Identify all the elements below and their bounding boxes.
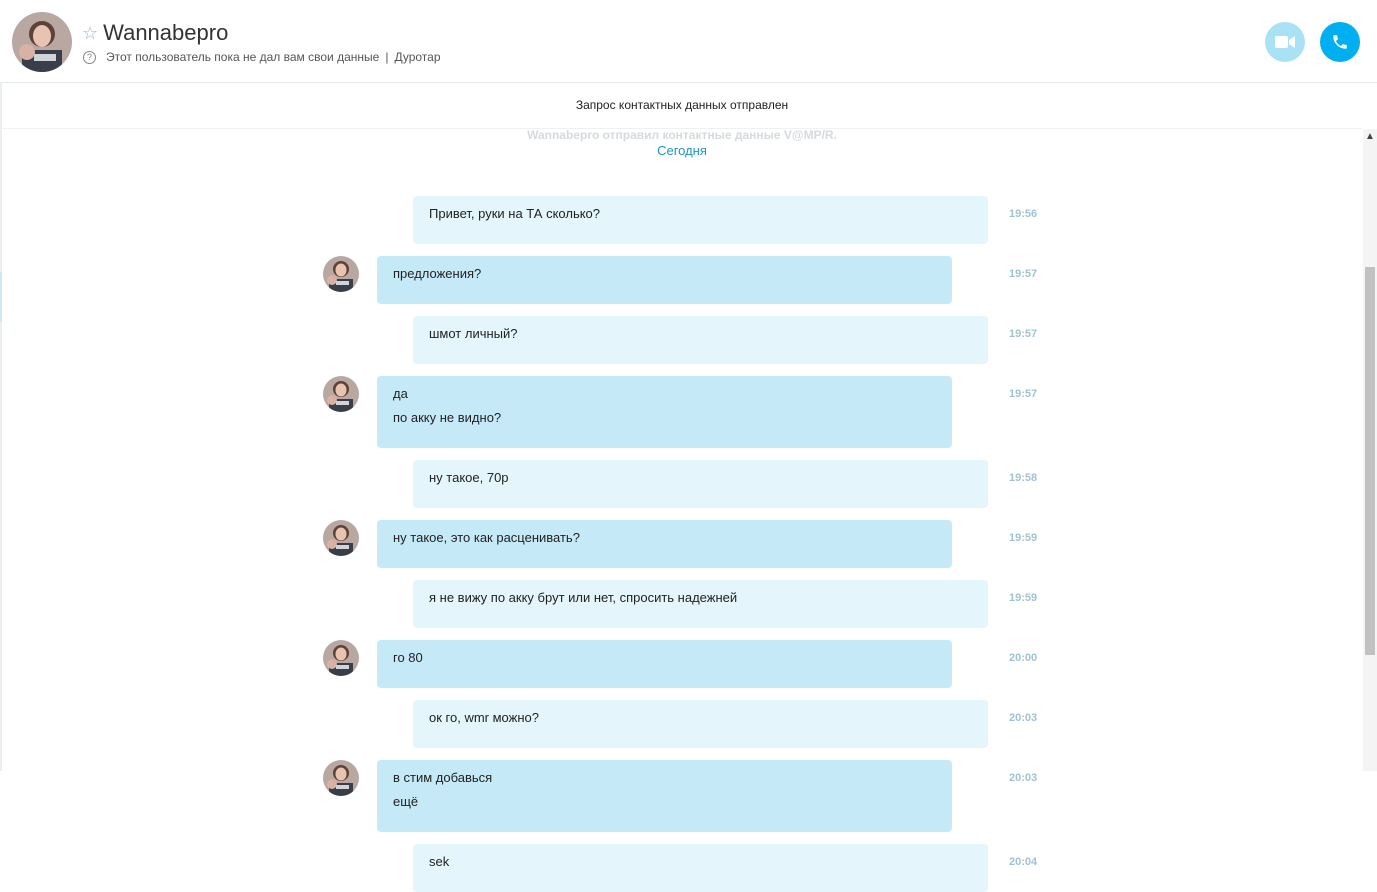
message-text: го 80 xyxy=(393,650,423,665)
message-text: ну такое, это как расценивать? xyxy=(393,530,580,545)
message-text: шмот личный? xyxy=(429,326,518,341)
message-time: 20:03 xyxy=(1009,712,1038,724)
message-text: в стим добавься xyxy=(393,770,493,785)
phone-icon xyxy=(1333,35,1347,49)
message-time: 20:03 xyxy=(1009,772,1038,784)
message-text: ещё xyxy=(393,794,419,809)
message-text: Привет, руки на ТА сколько? xyxy=(429,206,601,221)
message-time: 19:57 xyxy=(1009,328,1038,340)
message-bubble[interactable]: ну такое, 70р xyxy=(413,460,988,508)
message-bubble[interactable]: го 80 xyxy=(377,640,952,688)
contact-location: Дуротар xyxy=(394,50,441,64)
status-separator: | xyxy=(385,50,389,64)
contact-name[interactable]: Wannabepro xyxy=(103,20,228,46)
star-icon[interactable]: ☆ xyxy=(82,24,98,42)
sidebar-edge-highlight xyxy=(0,272,2,322)
message-bubble[interactable]: я не вижу по акку брут или нет, спросить… xyxy=(413,580,988,628)
video-call-button[interactable] xyxy=(1265,22,1305,62)
scroll-up-arrow-icon[interactable]: ▲ xyxy=(1363,131,1377,147)
message-bubble[interactable]: Привет, руки на ТА сколько? xyxy=(413,196,988,244)
date-separator: Сегодня xyxy=(657,143,707,158)
profile-status: Этот пользователь пока не дал вам свои д… xyxy=(106,50,380,64)
sender-avatar[interactable] xyxy=(323,256,359,292)
sender-avatar[interactable] xyxy=(323,760,359,796)
message-bubble[interactable]: шмот личный? xyxy=(413,316,988,364)
voice-call-button[interactable] xyxy=(1320,22,1360,62)
scrollbar[interactable]: ▲ xyxy=(1363,129,1377,771)
message-text: предложения? xyxy=(393,266,482,281)
message-text: я не вижу по акку брут или нет, спросить… xyxy=(429,590,738,605)
message-text: по акку не видно? xyxy=(393,410,502,425)
message-text: sek xyxy=(429,854,450,869)
help-icon[interactable]: ? xyxy=(83,50,96,64)
sender-avatar[interactable] xyxy=(323,640,359,676)
message-time: 20:00 xyxy=(1009,652,1038,664)
message-time: 19:58 xyxy=(1009,472,1038,484)
message-time: 20:04 xyxy=(1009,856,1038,868)
scrollbar-thumb[interactable] xyxy=(1365,267,1375,655)
message-time: 19:59 xyxy=(1009,592,1038,604)
contact-shared-note: Wannabepro отправил контактные данные V@… xyxy=(527,128,837,142)
message-text: ок го, wmr можно? xyxy=(429,710,539,725)
banner-text: Запрос контактных данных отправлен xyxy=(575,98,789,112)
message-bubble[interactable]: да по акку не видно? xyxy=(377,376,952,448)
video-camera-icon xyxy=(1275,36,1295,48)
conversation-header: ☆ Wannabepro ? Этот пользователь пока не… xyxy=(0,0,1377,83)
message-bubble[interactable]: ну такое, это как расценивать? xyxy=(377,520,952,568)
message-time: 19:59 xyxy=(1009,532,1038,544)
message-bubble[interactable]: предложения? xyxy=(377,256,952,304)
message-bubble[interactable]: ок го, wmr можно? xyxy=(413,700,988,748)
message-time: 19:57 xyxy=(1009,388,1038,400)
message-time: 19:57 xyxy=(1009,268,1038,280)
sender-avatar[interactable] xyxy=(323,520,359,556)
contact-avatar[interactable] xyxy=(12,12,72,72)
sidebar-edge xyxy=(0,82,2,771)
message-text: ну такое, 70р xyxy=(429,470,509,485)
contact-request-banner: Запрос контактных данных отправлен xyxy=(2,83,1362,129)
message-time: 19:56 xyxy=(1009,208,1038,220)
sender-avatar[interactable] xyxy=(323,376,359,412)
message-text: да xyxy=(393,386,408,401)
message-bubble[interactable]: sek xyxy=(413,844,988,892)
